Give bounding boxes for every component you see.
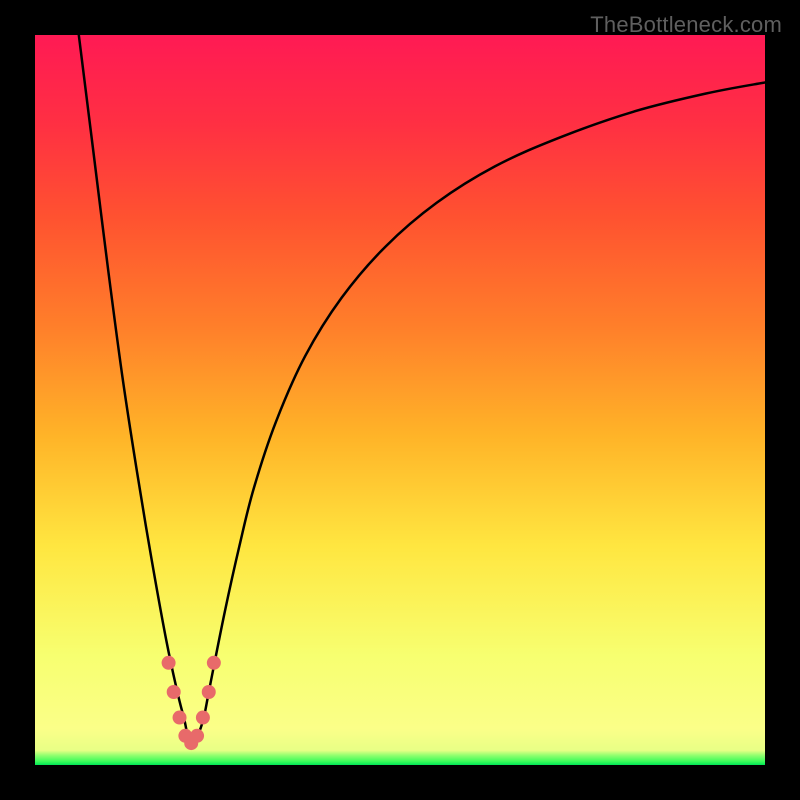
minimum-marker-dot <box>190 729 204 743</box>
chart-svg <box>35 35 765 765</box>
minimum-marker-dot <box>202 685 216 699</box>
minimum-marker-dot <box>207 656 221 670</box>
minimum-marker-dot <box>167 685 181 699</box>
minimum-marker-dot <box>162 656 176 670</box>
bottleneck-curve-path <box>79 35 765 747</box>
minimum-marker-dot <box>173 711 187 725</box>
chart-frame: TheBottleneck.com <box>0 0 800 800</box>
minimum-marker-dot <box>196 711 210 725</box>
bottleneck-curve <box>79 35 765 747</box>
watermark-text: TheBottleneck.com <box>590 12 782 38</box>
plot-area <box>35 35 765 765</box>
